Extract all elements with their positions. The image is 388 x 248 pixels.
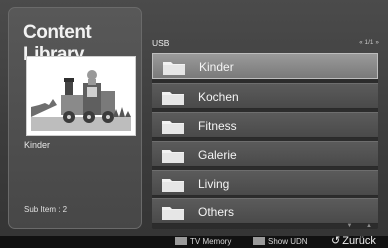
return-icon: ↺	[331, 235, 341, 247]
list-item-others[interactable]: Others	[152, 198, 378, 224]
folder-list: Kinder Kochen Fitness Galerie Living Oth…	[152, 53, 378, 229]
list-item-kinder[interactable]: Kinder	[152, 53, 378, 79]
folder-icon	[162, 207, 184, 220]
list-item-label: Living	[198, 177, 230, 191]
list-item-living[interactable]: Living	[152, 170, 378, 196]
return-label: Zurück	[342, 235, 376, 247]
list-item-label: Galerie	[198, 148, 237, 162]
preview-panel: Content Library Kinder Sub Item: 2	[8, 7, 142, 229]
list-item-galerie[interactable]: Galerie	[152, 141, 378, 167]
folder-icon	[162, 92, 184, 105]
list-item-label: Fitness	[198, 119, 237, 133]
gray-button-icon	[175, 237, 187, 245]
scroll-arrows[interactable]: ▼ ▲	[346, 223, 378, 229]
preview-title: Kinder	[24, 140, 51, 150]
folder-icon	[162, 121, 184, 134]
list-item-label: Kinder	[199, 60, 234, 74]
tv-memory-label: TV Memory	[190, 237, 232, 246]
list-item-label: Others	[198, 205, 235, 219]
folder-browser: USB « 1/1 » Kinder Kochen Fitness Galeri…	[144, 7, 382, 229]
tv-memory-hint[interactable]: TV Memory	[175, 237, 231, 246]
return-button[interactable]: ↺ Zurück	[331, 234, 376, 247]
list-item-fitness[interactable]: Fitness	[152, 112, 378, 138]
show-udn-label: Show UDN	[268, 237, 308, 246]
source-label: USB	[152, 38, 170, 48]
page-indicator[interactable]: « 1/1 »	[359, 40, 379, 46]
preview-thumbnail	[26, 56, 136, 136]
content-library-screen: Content Library Kinder Sub Item: 2 USB …	[0, 0, 388, 248]
gray-button-icon	[253, 237, 265, 245]
list-item-label: Kochen	[198, 90, 239, 104]
sub-item-count: Sub Item : 2	[24, 205, 68, 214]
list-item-kochen[interactable]: Kochen	[152, 83, 378, 109]
folder-icon	[162, 150, 184, 163]
folder-icon	[162, 179, 184, 192]
folder-icon	[163, 62, 185, 75]
show-udn-hint[interactable]: Show UDN	[253, 237, 308, 246]
kids-toy-train-image	[31, 61, 131, 131]
